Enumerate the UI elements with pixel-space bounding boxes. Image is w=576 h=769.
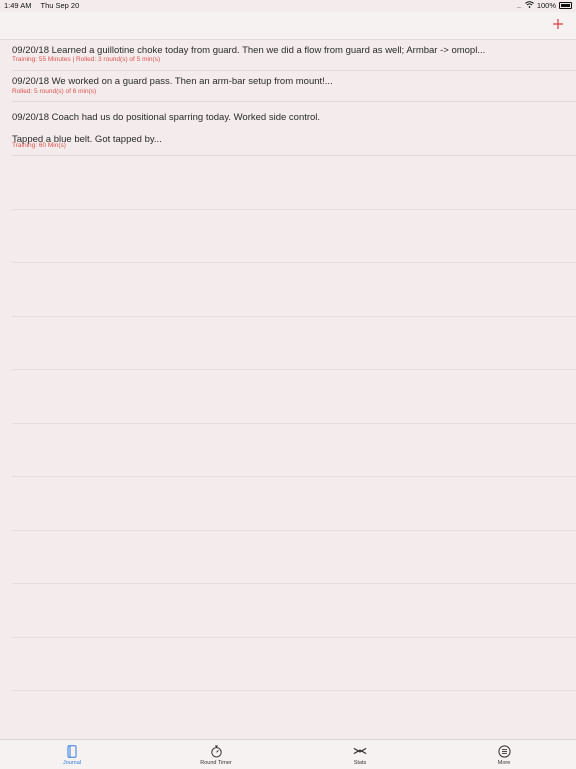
status-time: 1:49 AM — [4, 1, 32, 10]
journal-entry[interactable]: 09/20/18 Coach had us do positional spar… — [12, 102, 576, 156]
tab-journal[interactable]: Journal — [0, 740, 144, 769]
tab-label: More — [497, 760, 511, 766]
add-entry-button[interactable] — [550, 16, 566, 32]
tab-stats[interactable]: Stats — [288, 740, 432, 769]
tab-bar: Journal Round Timer Stats More — [0, 739, 576, 769]
entry-text: 09/20/18 We worked on a guard pass. Then… — [12, 76, 333, 87]
empty-row — [12, 584, 576, 638]
empty-row — [12, 156, 576, 210]
status-right: .... 100% — [516, 1, 572, 10]
status-date: Thu Sep 20 — [40, 1, 80, 10]
journal-entry[interactable]: 09/20/18 We worked on a guard pass. Then… — [12, 71, 576, 102]
journal-list: 09/20/18 Learned a guillotine choke toda… — [0, 40, 576, 691]
journal-icon — [65, 744, 79, 758]
tab-more[interactable]: More — [432, 740, 576, 769]
navigation-bar — [0, 12, 576, 40]
empty-row — [12, 477, 576, 531]
battery-icon — [559, 2, 572, 9]
empty-row — [12, 370, 576, 424]
tab-label: Round Timer — [200, 760, 232, 766]
signal-dots-icon: .... — [516, 1, 521, 10]
tab-round-timer[interactable]: Round Timer — [144, 740, 288, 769]
empty-row — [12, 424, 576, 477]
entry-text: 09/20/18 Learned a guillotine choke toda… — [12, 45, 486, 56]
tab-label: Journal — [62, 760, 82, 766]
status-bar: 1:49 AM Thu Sep 20 .... 100% — [0, 0, 576, 12]
battery-percent: 100% — [536, 1, 556, 10]
tab-label: Stats — [353, 760, 367, 766]
wifi-icon — [524, 1, 534, 10]
stats-icon — [353, 744, 367, 758]
entry-meta: Training: 60 Min(s) — [12, 142, 66, 149]
empty-row — [12, 638, 576, 691]
status-left: 1:49 AM Thu Sep 20 — [4, 1, 86, 10]
plus-icon — [553, 19, 563, 29]
more-icon — [497, 744, 511, 758]
journal-entry[interactable]: 09/20/18 Learned a guillotine choke toda… — [12, 40, 576, 71]
empty-row — [12, 263, 576, 317]
stopwatch-icon — [209, 744, 223, 758]
empty-row — [12, 317, 576, 370]
entry-meta: Training: 55 Minutes | Rolled: 3 round(s… — [12, 56, 161, 63]
empty-row — [12, 210, 576, 263]
entry-meta: Rolled: 5 round(s) of 6 min(s) — [12, 88, 97, 95]
empty-row — [12, 531, 576, 584]
